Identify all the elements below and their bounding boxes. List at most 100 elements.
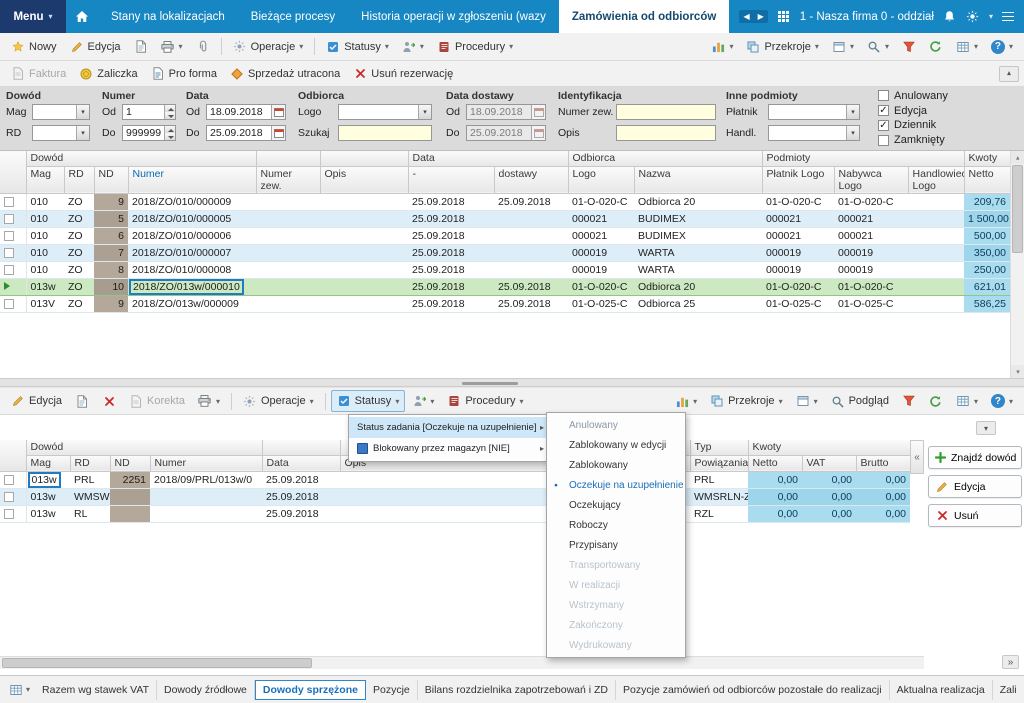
new-button[interactable]: Nowy [5, 36, 63, 58]
column-header-data[interactable]: Data [262, 455, 340, 471]
filter-checkbox[interactable]: Anulowany [878, 89, 948, 103]
status-option[interactable]: Roboczy [547, 515, 685, 535]
filter-button[interactable] [896, 36, 922, 58]
group-header-kwoty[interactable]: Kwoty [964, 151, 1010, 166]
apps-grid-icon[interactable] [777, 10, 791, 24]
select-all-header[interactable] [0, 151, 26, 193]
splitter-handle[interactable] [462, 382, 518, 385]
notifications-bell-icon[interactable] [943, 10, 957, 24]
row-selector[interactable] [0, 471, 26, 488]
bottom-tab[interactable]: Pozycje [366, 680, 418, 700]
invoice-button[interactable]: Faktura [5, 63, 72, 85]
scroll-tabs-right-icon[interactable] [754, 10, 768, 23]
group-header-data[interactable]: Data [408, 151, 568, 166]
sections-dropdown[interactable]: Przekroje [740, 36, 824, 58]
collapse-side-panel-button[interactable] [910, 440, 924, 474]
row-checkbox[interactable] [4, 509, 14, 519]
select-all-header[interactable] [0, 440, 26, 471]
procedures-dropdown[interactable]: Procedury [431, 36, 519, 58]
hamburger-menu-icon[interactable] [1002, 12, 1014, 21]
sections-dropdown[interactable]: Przekroje [704, 390, 788, 412]
odbiorca-logo-select[interactable] [338, 104, 432, 120]
bottom-tab[interactable]: Dowody źródłowe [157, 680, 255, 700]
rd-select[interactable] [32, 125, 90, 141]
chevron-down-icon[interactable] [76, 105, 89, 119]
row-selector[interactable] [0, 505, 26, 522]
scrollbar-thumb[interactable] [2, 658, 312, 668]
row-checkbox[interactable] [4, 197, 14, 207]
chart-dropdown[interactable] [705, 36, 739, 58]
numer-zew-input[interactable] [616, 104, 716, 120]
row-checkbox[interactable] [4, 248, 14, 258]
numer-od-input[interactable]: 1 [122, 104, 176, 120]
assign-dropdown[interactable] [406, 390, 440, 412]
column-header-nd[interactable]: ND [110, 455, 150, 471]
row-selector[interactable] [0, 244, 26, 261]
settings-gear-icon[interactable] [966, 10, 980, 24]
bottom-tab[interactable]: Aktualna realizacja [890, 680, 993, 700]
status-option[interactable]: Zablokowany [547, 455, 685, 475]
statuses-dropdown[interactable]: Statusy [331, 390, 406, 412]
column-header-opis[interactable]: Opis [320, 166, 408, 193]
status-menu-item[interactable]: Blokowany przez magazyn [NIE] [349, 438, 547, 459]
lost-sale-button[interactable]: Sprzedaż utracona [224, 63, 346, 85]
data-do-input[interactable]: 25.09.2018 [206, 125, 286, 141]
grid-options-dropdown[interactable] [950, 36, 984, 58]
column-header-brutto[interactable]: Brutto [856, 455, 910, 471]
document-button[interactable] [128, 36, 154, 58]
document-button[interactable] [69, 390, 95, 412]
row-selector[interactable] [0, 295, 26, 312]
chevron-down-icon[interactable] [846, 126, 859, 140]
operations-dropdown[interactable]: Operacje [237, 390, 320, 412]
edit-linked-button[interactable]: Edycja [928, 475, 1022, 498]
row-selector[interactable] [0, 193, 26, 210]
group-header-kwoty[interactable]: Kwoty [748, 440, 910, 455]
refresh-button[interactable] [923, 390, 949, 412]
column-header-platnik-logo[interactable]: Płatnik Logo [762, 166, 834, 193]
proforma-button[interactable]: Pro forma [145, 63, 223, 85]
chevron-down-icon[interactable] [846, 105, 859, 119]
number-spinner[interactable] [164, 105, 175, 119]
opis-input[interactable] [616, 125, 716, 141]
topbar-tab[interactable]: Bieżące procesy [238, 0, 348, 33]
numer-do-input[interactable]: 999999 [122, 125, 176, 141]
filter-checkbox[interactable]: Zamknięty [878, 133, 948, 147]
mag-select[interactable] [32, 104, 90, 120]
print-button[interactable] [192, 390, 226, 412]
find-document-button[interactable]: Znajdź dowód [928, 446, 1022, 469]
status-option[interactable]: Zablokowany w edycji [547, 435, 685, 455]
help-dropdown[interactable] [985, 390, 1019, 412]
print-button[interactable] [155, 36, 189, 58]
procedures-dropdown[interactable]: Procedury [441, 390, 529, 412]
column-header-mag[interactable]: Mag [26, 166, 64, 193]
status-option[interactable]: Transportowany [547, 555, 685, 575]
bottom-grid-options[interactable] [4, 683, 35, 697]
linked-row[interactable]: 013wWMSWP25.09.2018WMSRLN-ZO0,000,000,00 [0, 488, 910, 505]
scrollbar-thumb[interactable] [1012, 165, 1023, 253]
attachment-button[interactable] [190, 36, 216, 58]
status-option[interactable]: W realizacji [547, 575, 685, 595]
column-header-nd[interactable]: ND [94, 166, 128, 193]
column-header-powiazania[interactable]: Powiązania [690, 455, 748, 471]
filter-checkbox[interactable]: Dziennik [878, 119, 948, 133]
bottom-tab[interactable]: Zali [993, 680, 1020, 700]
order-row[interactable]: 010ZO92018/ZO/010/00000925.09.201825.09.… [0, 193, 1010, 210]
group-header-odbiorca[interactable]: Odbiorca [568, 151, 762, 166]
column-header-numer[interactable]: Numer [150, 455, 262, 471]
linked-row[interactable]: 013wPRL22512018/09/PRL/013w/025.09.2018P… [0, 471, 910, 488]
chevron-down-icon[interactable] [418, 105, 431, 119]
delete-linked-button[interactable]: Usuń [928, 504, 1022, 527]
help-dropdown[interactable] [985, 36, 1019, 58]
panel-splitter[interactable] [0, 378, 1024, 387]
order-row[interactable]: 010ZO72018/ZO/010/00000725.09.2018000019… [0, 244, 1010, 261]
order-row[interactable]: 010ZO52018/ZO/010/00000525.09.2018000021… [0, 210, 1010, 227]
home-icon[interactable] [66, 0, 98, 33]
order-row[interactable]: 013VZO92018/ZO/013w/00000925.09.201825.0… [0, 295, 1010, 312]
order-row[interactable]: 013wZO102018/ZO/013w/00001025.09.201825.… [0, 278, 1010, 295]
row-checkbox[interactable] [4, 231, 14, 241]
dostawy-od-input[interactable]: 18.09.2018 [466, 104, 546, 120]
company-selector[interactable]: 1 - Nasza firma 0 - oddział [800, 11, 934, 23]
more-tabs-icon[interactable] [1002, 655, 1019, 669]
column-header-dostawy[interactable]: dostawy [494, 166, 568, 193]
remove-reservation-button[interactable]: Usuń rezerwację [347, 63, 459, 85]
